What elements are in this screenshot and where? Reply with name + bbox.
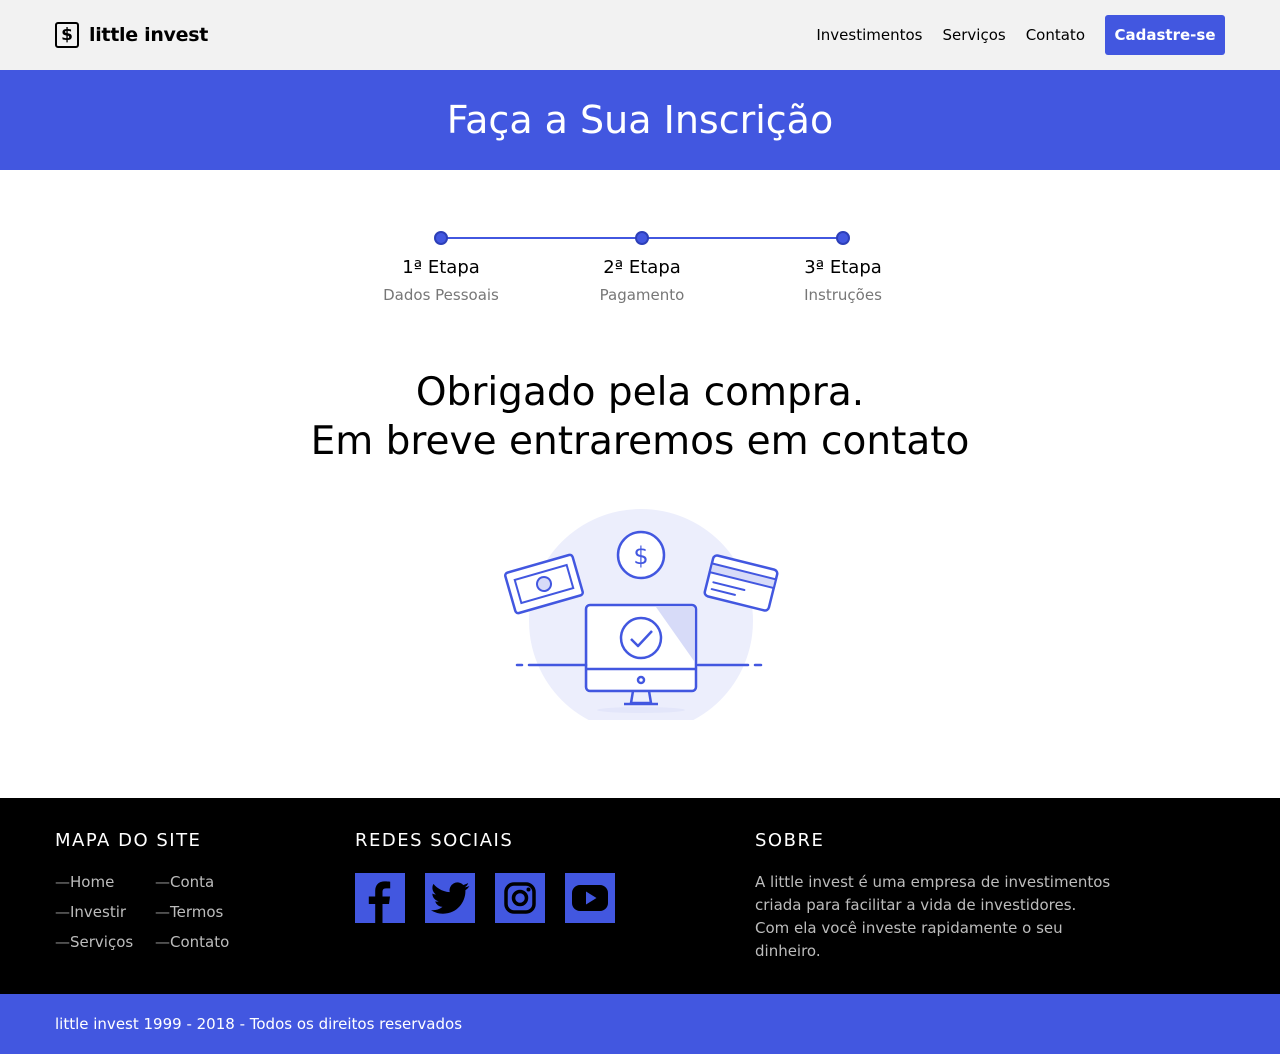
- nav-link-servicos[interactable]: Serviços: [943, 26, 1006, 44]
- dollar-logo-icon: $: [55, 22, 79, 48]
- step-3: 3ª Etapa Instruções: [763, 228, 923, 304]
- signup-button[interactable]: Cadastre-se: [1105, 15, 1225, 55]
- footer-link-termos[interactable]: Termos: [155, 903, 255, 922]
- footer-link-conta[interactable]: Conta: [155, 873, 255, 892]
- about-heading: SOBRE: [755, 830, 825, 851]
- purchase-success-illustration: $: [500, 505, 785, 733]
- main-nav: Investimentos Serviços Contato Cadastre-…: [796, 15, 1225, 55]
- sitemap-heading: MAPA DO SITE: [55, 830, 202, 851]
- top-navigation-bar: $ little invest Investimentos Serviços C…: [0, 0, 1280, 70]
- social-heading: REDES SOCIAIS: [355, 830, 514, 851]
- dollar-coin-icon: $: [616, 530, 666, 580]
- step-title: 3ª Etapa: [804, 257, 882, 278]
- svg-text:$: $: [633, 542, 648, 570]
- footer-link-servicos[interactable]: Serviços: [55, 933, 155, 952]
- confirmation-line-1: Obrigado pela compra.: [415, 370, 865, 415]
- step-subtitle: Dados Pessoais: [383, 286, 499, 304]
- step-1: 1ª Etapa Dados Pessoais: [361, 228, 521, 304]
- hero-banner: Faça a Sua Inscrição: [0, 70, 1280, 170]
- sitemap-section: MAPA DO SITE Home Conta Investir Termos …: [55, 830, 255, 952]
- confirmation-message: Obrigado pela compra. Em breve entraremo…: [0, 368, 1280, 466]
- about-section: SOBRE A little invest é uma empresa de i…: [755, 830, 1115, 963]
- instagram-icon[interactable]: [495, 873, 545, 923]
- page-title: Faça a Sua Inscrição: [446, 98, 834, 142]
- step-dot: [836, 231, 850, 245]
- copyright-text: little invest 1999 - 2018 - Todos os dir…: [55, 1015, 463, 1033]
- step-dot: [434, 231, 448, 245]
- step-title: 2ª Etapa: [603, 257, 681, 278]
- social-links: [355, 873, 615, 923]
- site-footer: MAPA DO SITE Home Conta Investir Termos …: [0, 798, 1280, 994]
- logo-text: little invest: [89, 24, 209, 46]
- step-2: 2ª Etapa Pagamento: [562, 228, 722, 304]
- footer-link-contato[interactable]: Contato: [155, 933, 255, 952]
- step-dot: [635, 231, 649, 245]
- sitemap-links: Home Conta Investir Termos Serviços Cont…: [55, 873, 255, 952]
- logo[interactable]: $ little invest: [55, 22, 208, 48]
- step-subtitle: Pagamento: [599, 286, 685, 304]
- nav-link-contato[interactable]: Contato: [1026, 26, 1085, 44]
- signup-stepper: 1ª Etapa Dados Pessoais 2ª Etapa Pagamen…: [0, 228, 1280, 318]
- step-title: 1ª Etapa: [402, 257, 480, 278]
- twitter-icon[interactable]: [425, 873, 475, 923]
- facebook-icon[interactable]: [355, 873, 405, 923]
- nav-link-investimentos[interactable]: Investimentos: [816, 26, 922, 44]
- step-subtitle: Instruções: [804, 286, 882, 304]
- copyright-bar: little invest 1999 - 2018 - Todos os dir…: [0, 994, 1280, 1054]
- footer-link-investir[interactable]: Investir: [55, 903, 155, 922]
- social-section: REDES SOCIAIS: [355, 830, 615, 923]
- youtube-icon[interactable]: [565, 873, 615, 923]
- confirmation-line-2: Em breve entraremos em contato: [310, 419, 970, 464]
- about-text: A little invest é uma empresa de investi…: [755, 873, 1111, 960]
- footer-link-home[interactable]: Home: [55, 873, 155, 892]
